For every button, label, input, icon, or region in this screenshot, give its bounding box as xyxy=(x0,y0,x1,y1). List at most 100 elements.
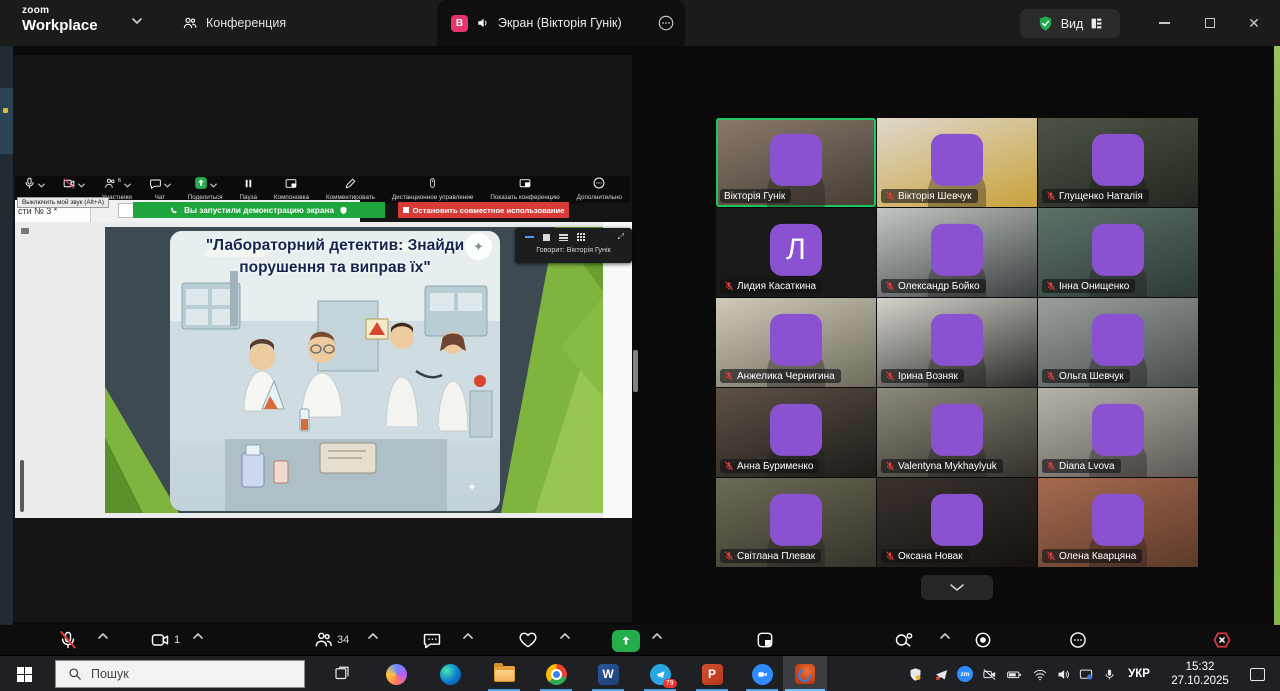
zoom-tray-icon[interactable]: zm xyxy=(953,656,977,691)
participant-tile[interactable]: Valentyna Mykhaylyuk xyxy=(877,388,1037,477)
volume-tray-icon[interactable] xyxy=(1051,656,1075,691)
zoom-app-button[interactable] xyxy=(740,656,784,691)
participant-tile[interactable]: Оксана Новак xyxy=(877,478,1037,567)
sharing-banner: Вы запустили демонстрацию экрана xyxy=(133,202,385,218)
mute-tooltip: Выключить мой звук (Alt+A) xyxy=(17,197,109,208)
notifications-button[interactable] xyxy=(1242,656,1272,691)
camera-off-tray-icon[interactable] xyxy=(977,656,1001,691)
slide-title-line2: порушення та виправ їх" xyxy=(170,257,500,279)
presentation-document: "Лабораторний детектив: Знайди порушення… xyxy=(15,222,632,518)
participant-tile[interactable]: Анжелика Чернигина xyxy=(716,298,876,387)
view-button[interactable]: Вид xyxy=(1020,9,1120,38)
participant-tile[interactable]: Олена Кварцяна xyxy=(1038,478,1198,567)
apps-button[interactable] xyxy=(755,630,775,650)
participants-button[interactable]: 34 xyxy=(313,630,349,650)
muted-mic-icon xyxy=(724,371,734,381)
toolbar-item-remote-control[interactable]: Дистанционное управление xyxy=(392,178,474,201)
toolbar-item-mic[interactable] xyxy=(23,178,45,194)
cast-tray-icon[interactable] xyxy=(1074,656,1098,691)
muted-mic-icon xyxy=(885,281,895,291)
strip-view-icon[interactable] xyxy=(559,234,568,241)
mic-tray-icon[interactable] xyxy=(1098,656,1120,691)
reactions-options-chevron[interactable] xyxy=(560,630,570,642)
task-view-button[interactable] xyxy=(320,656,364,691)
taskbar-clock[interactable]: 15:32 27.10.2025 xyxy=(1158,656,1242,691)
chat-options-chevron[interactable] xyxy=(463,630,473,642)
toolbar-item-camera-off[interactable] xyxy=(62,178,85,194)
wifi-tray-icon[interactable] xyxy=(1028,656,1052,691)
participant-tile[interactable]: Анна Бурименко xyxy=(716,388,876,477)
wallpaper-sliver xyxy=(1274,46,1280,625)
participant-tile[interactable]: Світлана Плевак xyxy=(716,478,876,567)
toolbar-item-more[interactable]: Дополнительно xyxy=(577,178,622,201)
active-capture-app-button[interactable] xyxy=(783,656,827,691)
toolbar-item-pause[interactable]: Пауза xyxy=(239,178,257,201)
chat-button[interactable] xyxy=(422,630,442,650)
speaker-view-icon[interactable] xyxy=(543,234,550,241)
minimize-button[interactable] xyxy=(1142,0,1186,46)
gallery-next-page-button[interactable] xyxy=(921,575,993,600)
participant-tile[interactable]: Л Лидия Касаткина xyxy=(716,208,876,297)
mute-options-chevron[interactable] xyxy=(98,630,108,642)
mute-button[interactable] xyxy=(58,630,78,650)
shared-screen-scrollbar[interactable] xyxy=(633,350,638,392)
share-screen-button[interactable] xyxy=(612,630,640,652)
gallery-view-icon[interactable] xyxy=(577,233,586,241)
tab-screen-share[interactable]: B Экран (Вікторія Гунік) xyxy=(437,0,685,46)
record-button[interactable] xyxy=(973,630,993,650)
participant-tile[interactable]: Вікторія Гунік xyxy=(716,118,876,207)
participant-tile[interactable]: Глущенко Наталія xyxy=(1038,118,1198,207)
slide-nav-button[interactable]: ✦ xyxy=(465,233,492,260)
video-options-chevron[interactable] xyxy=(193,630,203,642)
end-meeting-button[interactable] xyxy=(1210,630,1234,650)
toolbar-item-annotate[interactable]: Комментировать xyxy=(326,178,375,201)
toolbar-item-show-meeting[interactable]: Показать конференцию xyxy=(490,178,559,201)
share-options-chevron[interactable] xyxy=(652,630,662,642)
tab-more-icon[interactable] xyxy=(657,14,675,32)
reactions-button[interactable] xyxy=(518,630,538,650)
copilot-button[interactable] xyxy=(374,656,418,691)
minimize-strip-icon[interactable] xyxy=(525,236,534,238)
powerpoint-button[interactable]: P xyxy=(690,656,734,691)
edge-button[interactable] xyxy=(428,656,472,691)
breakout-rooms-button[interactable] xyxy=(893,630,915,650)
maximize-button[interactable] xyxy=(1188,0,1232,46)
participant-tile[interactable]: Ольга Шевчук xyxy=(1038,298,1198,387)
file-explorer-icon xyxy=(494,666,515,682)
language-indicator[interactable]: УКР xyxy=(1122,656,1156,691)
avatar xyxy=(931,223,983,275)
video-button[interactable]: 1 xyxy=(150,630,180,650)
avatar: Л xyxy=(770,223,822,275)
close-button[interactable]: ✕ xyxy=(1232,0,1276,46)
toolbar-item-share-screen[interactable]: Поделиться xyxy=(188,178,223,201)
participant-name-label: Вікторія Гунік xyxy=(720,189,791,203)
file-explorer-button[interactable] xyxy=(482,656,526,691)
start-button[interactable] xyxy=(0,656,48,691)
floating-speaker-window[interactable]: ⤢ Говорит: Вікторія Гунік xyxy=(515,228,632,263)
toolbar-item-chat[interactable]: Чат xyxy=(149,178,171,201)
muted-mic-icon xyxy=(885,551,895,561)
muted-mic-icon xyxy=(58,630,78,650)
participant-tile[interactable]: Вікторія Шевчук xyxy=(877,118,1037,207)
expand-icon[interactable]: ⤢ xyxy=(618,232,624,242)
more-button[interactable] xyxy=(1068,630,1088,650)
antivirus-tray-icon[interactable] xyxy=(903,656,927,691)
toolbar-item-layout[interactable]: Компоновка xyxy=(274,178,309,201)
breakout-options-chevron[interactable] xyxy=(940,630,950,642)
chevron-down-icon[interactable] xyxy=(132,18,142,24)
battery-tray-icon[interactable] xyxy=(1001,656,1027,691)
word-button[interactable]: W xyxy=(586,656,630,691)
participant-tile[interactable]: Інна Онищенко xyxy=(1038,208,1198,297)
tab-meeting[interactable]: Конференция xyxy=(182,0,286,46)
participants-options-chevron[interactable] xyxy=(368,630,378,642)
document-scrollbar[interactable] xyxy=(20,460,24,512)
telegram-tray-icon[interactable] xyxy=(929,656,953,691)
chrome-button[interactable] xyxy=(534,656,578,691)
muted-mic-icon xyxy=(1046,371,1056,381)
telegram-button[interactable]: 79 xyxy=(638,656,682,691)
participant-tile[interactable]: Diana Lvova xyxy=(1038,388,1198,477)
taskbar-search[interactable]: Пошук xyxy=(55,660,305,688)
participant-tile[interactable]: Олександр Бойко xyxy=(877,208,1037,297)
participant-tile[interactable]: Ірина Возняк xyxy=(877,298,1037,387)
stop-share-button[interactable]: Остановить совместное использование xyxy=(398,202,569,218)
